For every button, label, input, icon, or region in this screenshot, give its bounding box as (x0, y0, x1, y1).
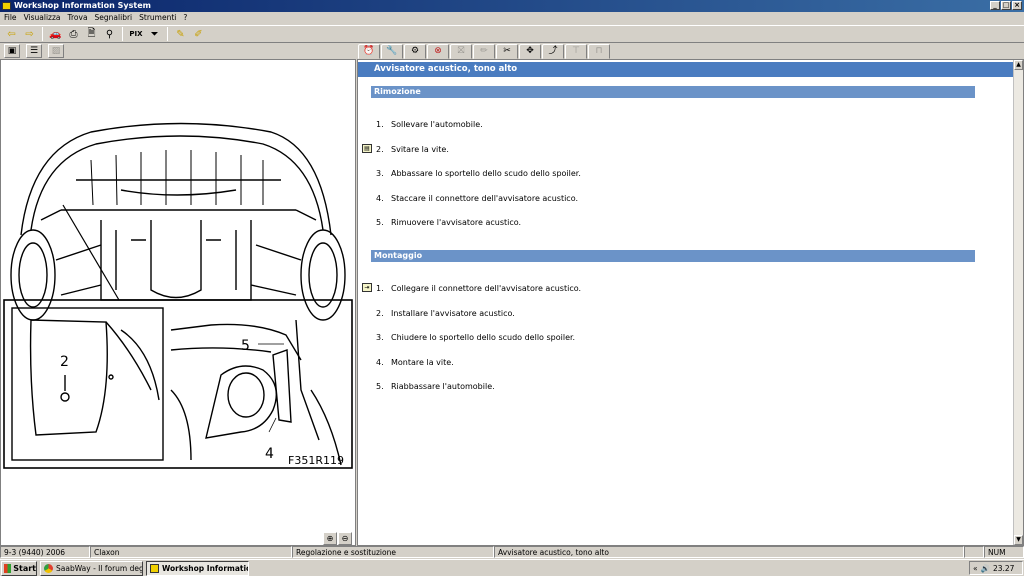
back-arrow-icon[interactable]: ⇦ (4, 27, 19, 41)
wis-app-icon (150, 563, 159, 573)
picture-view-icon[interactable]: ▣ (4, 44, 20, 58)
zoom-controls: ⊕ ⊖ (323, 532, 352, 545)
taskbar-item-wis[interactable]: Workshop Informatio... (146, 560, 249, 576)
funnel-icon[interactable]: ⏷ (147, 27, 162, 41)
minimize-button[interactable]: _ (990, 1, 1000, 10)
tab-move-icon[interactable]: ✥ (519, 44, 541, 59)
connector-link-icon[interactable]: ⇥ (362, 283, 372, 292)
volume-icon[interactable]: 🔊 (981, 564, 990, 573)
chrome-icon (44, 563, 53, 573)
list-item: 5. Riabbassare l'automobile. (376, 382, 495, 391)
toolbar-separator (122, 27, 123, 41)
taskbar-item-browser[interactable]: SaabWay - Il forum degli... (40, 560, 143, 576)
document-search-icon[interactable]: 🗎 (84, 27, 99, 41)
toolbar-separator (167, 27, 168, 41)
pix-button[interactable]: PIX (128, 30, 144, 38)
list-item: 3. Abbassare lo sportello dello scudo del… (376, 169, 581, 178)
list-item: 1. Sollevare l'automobile. (376, 120, 483, 129)
taskbar: Start SaabWay - Il forum degli... Worksh… (0, 559, 1024, 576)
menu-file[interactable]: File (4, 12, 17, 24)
main-toolbar: ⇦ ⇨ 🚗 ⎙ 🗎 ⚲ PIX ⏷ ✎ ✐ (0, 25, 1024, 43)
menu-bar: File Visualizza Trova Segnalibri Strumen… (0, 12, 1024, 24)
tab-wrench-icon[interactable]: 🔧 (381, 44, 403, 59)
start-button[interactable]: Start (1, 560, 37, 576)
tab-jack-icon[interactable]: ⊤ (565, 44, 587, 59)
highlighter-icon[interactable]: ✎ (173, 27, 188, 41)
clock: 23.27 (992, 563, 1015, 573)
status-bar: 9-3 (9440) 2006 Claxon Regolazione e sos… (0, 546, 1024, 559)
scroll-down-icon[interactable]: ▼ (1014, 535, 1023, 545)
status-topic: Avvisatore acustico, tono alto (494, 546, 964, 558)
view-toolbar: ▣ ☰ ▨ ⏰ 🔧 ⚙ ⊗ ⛝ ✏ ✂ ✥ ⤴ ⊤ ⊓ (0, 44, 1024, 59)
menu-tools[interactable]: Strumenti (139, 12, 176, 24)
tab-warning-icon[interactable]: ⊗ (427, 44, 449, 59)
tab-tool-icon[interactable]: ✏ (473, 44, 495, 59)
app-icon (2, 2, 11, 10)
tab-clock-icon[interactable]: ⏰ (358, 44, 380, 59)
document-pane: Avvisatore acustico, tono alto Rimozione… (357, 59, 1024, 546)
callout-4: 4 (265, 446, 274, 462)
status-operation: Regolazione e sostituzione (292, 546, 494, 558)
menu-view[interactable]: Visualizza (24, 12, 61, 24)
toolbar-separator (42, 27, 43, 41)
list-view-icon[interactable]: ☰ (26, 44, 42, 58)
print-icon[interactable]: ⎙ (66, 27, 81, 41)
forward-arrow-icon[interactable]: ⇨ (22, 27, 37, 41)
tab-lift-icon[interactable]: ⤴ (542, 44, 564, 59)
close-button[interactable]: × (1012, 1, 1022, 10)
zoom-out-icon[interactable]: ⊖ (338, 532, 352, 545)
windows-logo-icon (4, 563, 12, 573)
tab-stand-icon[interactable]: ⊓ (588, 44, 610, 59)
tray-expand-button[interactable]: « (973, 564, 978, 573)
document-tabs: ⏰ 🔧 ⚙ ⊗ ⛝ ✏ ✂ ✥ ⤴ ⊤ ⊓ (358, 44, 610, 59)
zoom-in-icon[interactable]: ⊕ (323, 532, 337, 545)
removal-steps: 1. Sollevare l'automobile. 2. Svitare la v… (376, 120, 581, 243)
horn-illustration: 2 5 4 F351R119 (3, 122, 353, 469)
list-item: 4. Montare la vite. (376, 357, 454, 367)
status-num: NUM (984, 546, 1024, 558)
install-heading: Montaggio (371, 250, 975, 262)
illustration-code: F351R119 (288, 454, 344, 467)
maximize-button[interactable]: □ (1001, 1, 1011, 10)
list-item: 5. Rimuovere l'avvisatore acustico. (376, 218, 522, 227)
illustration-pane: 2 5 4 F351R119 ⊕ ⊖ (0, 59, 356, 546)
tab-pix-icon[interactable]: ⛝ (450, 44, 472, 59)
install-steps: 1. Collegare il connettore dell'avvisator… (376, 284, 581, 407)
image-view-icon[interactable]: ▨ (48, 44, 64, 58)
list-item: 1. Collegare il connettore dell'avvisator… (376, 284, 582, 293)
status-vehicle: 9-3 (9440) 2006 (0, 546, 90, 558)
tab-gears-icon[interactable]: ⚙ (404, 44, 426, 59)
menu-bookmarks[interactable]: Segnalibri (95, 12, 133, 24)
notes-icon[interactable]: ✐ (191, 27, 206, 41)
status-empty (964, 546, 984, 558)
binoculars-icon[interactable]: ⚲ (102, 27, 117, 41)
list-item: 3. Chiudere lo sportello dello scudo dell… (376, 333, 576, 342)
system-tray: « 🔊 23.27 (969, 561, 1023, 575)
menu-find[interactable]: Trova (68, 12, 88, 24)
tab-tools-icon[interactable]: ✂ (496, 44, 518, 59)
list-item: 4. Staccare il connettore dell'avvisatore… (376, 193, 578, 203)
start-label: Start (13, 563, 36, 573)
document-title: Avvisatore acustico, tono alto (358, 62, 1014, 77)
callout-5: 5 (241, 338, 250, 354)
window-controls: _ □ × (990, 1, 1022, 10)
removal-heading: Rimozione (371, 86, 975, 98)
callout-2: 2 (60, 354, 69, 370)
list-item: 2. Installare l'avvisatore acustico. (376, 308, 515, 318)
list-item: 2. Svitare la vite. (376, 144, 449, 154)
tool-link-icon[interactable]: ▤ (362, 144, 372, 153)
title-bar: Workshop Information System _ □ × (0, 0, 1024, 12)
scroll-up-icon[interactable]: ▲ (1014, 60, 1023, 70)
vertical-scrollbar[interactable]: ▲ ▼ (1013, 60, 1023, 545)
status-group: Claxon (90, 546, 292, 558)
left-view-tabs: ▣ ☰ ▨ (4, 44, 64, 58)
vehicle-icon[interactable]: 🚗 (48, 27, 63, 41)
menu-help[interactable]: ? (183, 12, 187, 24)
window-title: Workshop Information System (14, 1, 151, 10)
